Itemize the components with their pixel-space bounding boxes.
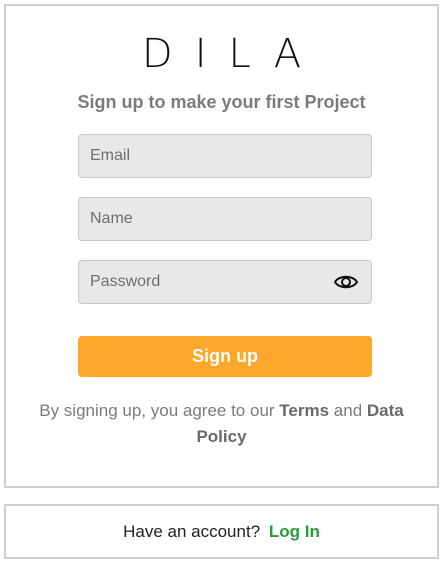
name-field-wrapper — [78, 197, 372, 241]
terms-link[interactable]: Terms — [279, 401, 329, 420]
login-prompt: Have an account? — [123, 522, 261, 541]
email-field-wrapper — [78, 134, 372, 178]
email-input[interactable] — [79, 135, 371, 177]
brand-logo: DILA — [141, 31, 324, 77]
signup-card: DILA Sign up to make your first Project … — [4, 4, 439, 488]
password-field-wrapper — [78, 260, 372, 304]
terms-prefix: By signing up, you agree to our — [39, 401, 275, 420]
login-link[interactable]: Log In — [269, 522, 320, 541]
password-input[interactable] — [79, 261, 371, 303]
eye-icon[interactable] — [333, 271, 359, 293]
login-card: Have an account? Log In — [4, 504, 439, 559]
signup-button[interactable]: Sign up — [78, 336, 372, 377]
name-input[interactable] — [79, 198, 371, 240]
signup-tagline: Sign up to make your first Project — [77, 92, 366, 112]
terms-and: and — [333, 401, 363, 420]
terms-notice: By signing up, you agree to our Terms an… — [26, 398, 417, 450]
